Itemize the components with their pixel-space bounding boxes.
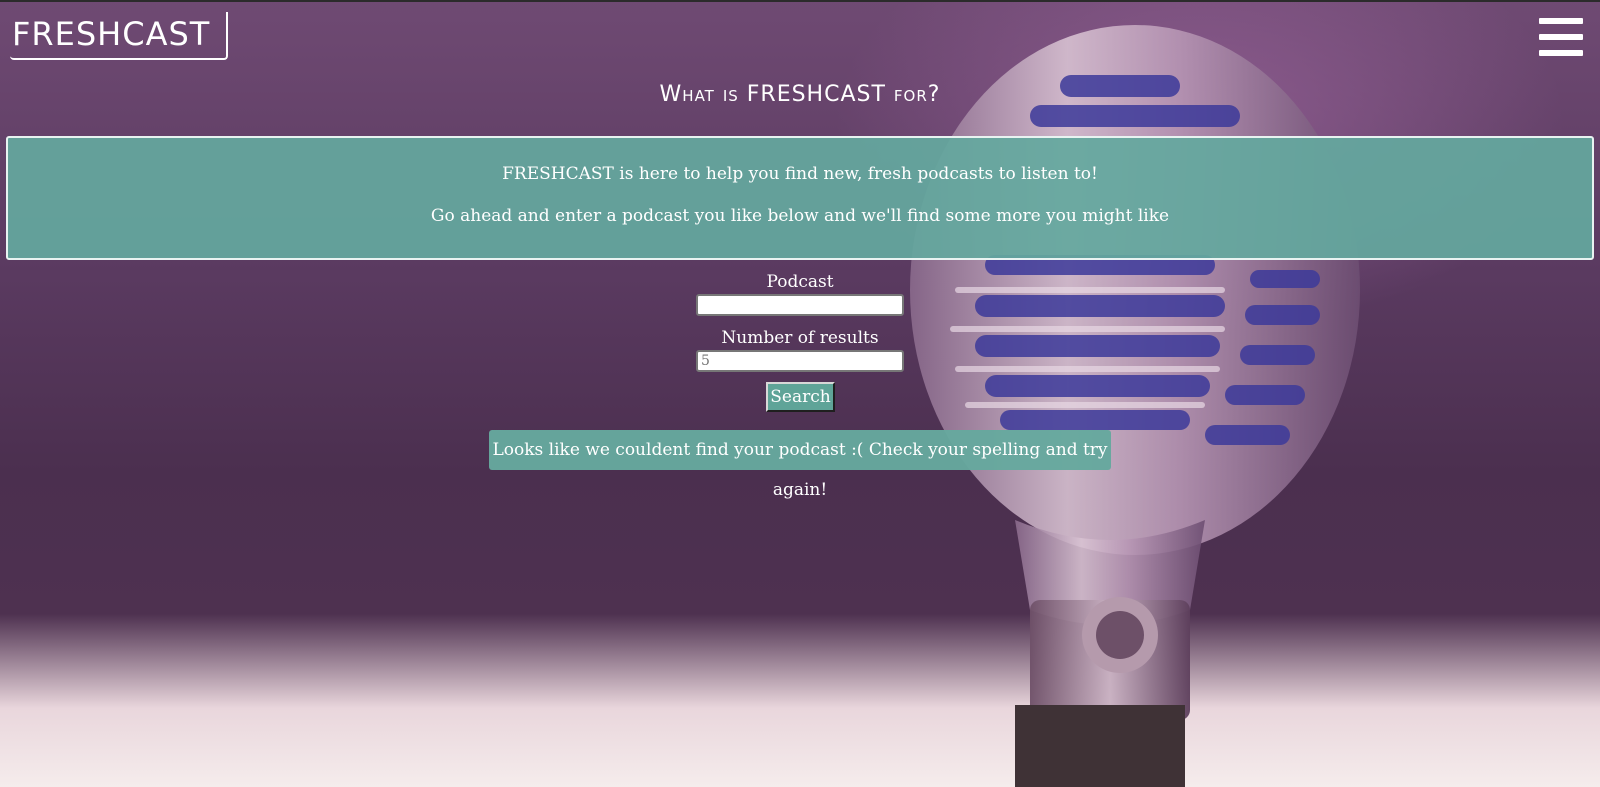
hamburger-menu-icon[interactable] bbox=[1539, 18, 1583, 56]
search-button[interactable]: Search bbox=[766, 382, 835, 412]
logo-text: FRESHCAST bbox=[12, 15, 211, 53]
results-count-input[interactable]: 5 bbox=[696, 350, 904, 372]
result-message: Looks like we couldent find your podcast… bbox=[489, 430, 1111, 500]
results-count-label: Number of results bbox=[721, 328, 879, 348]
info-box: FRESHCAST is here to help you find new, … bbox=[6, 136, 1594, 260]
info-line-2: Go ahead and enter a podcast you like be… bbox=[430, 206, 1170, 226]
top-border bbox=[0, 0, 1600, 2]
menu-bar-top bbox=[1539, 18, 1583, 24]
menu-bar-bottom bbox=[1539, 50, 1583, 56]
freshcast-logo[interactable]: FRESHCAST bbox=[10, 12, 228, 60]
podcast-label: Podcast bbox=[766, 272, 834, 292]
menu-bar-middle bbox=[1539, 34, 1583, 40]
info-line-1: FRESHCAST is here to help you find new, … bbox=[502, 164, 1098, 184]
podcast-input[interactable] bbox=[696, 294, 904, 316]
page-title: What is FRESHCAST for? bbox=[659, 82, 941, 107]
